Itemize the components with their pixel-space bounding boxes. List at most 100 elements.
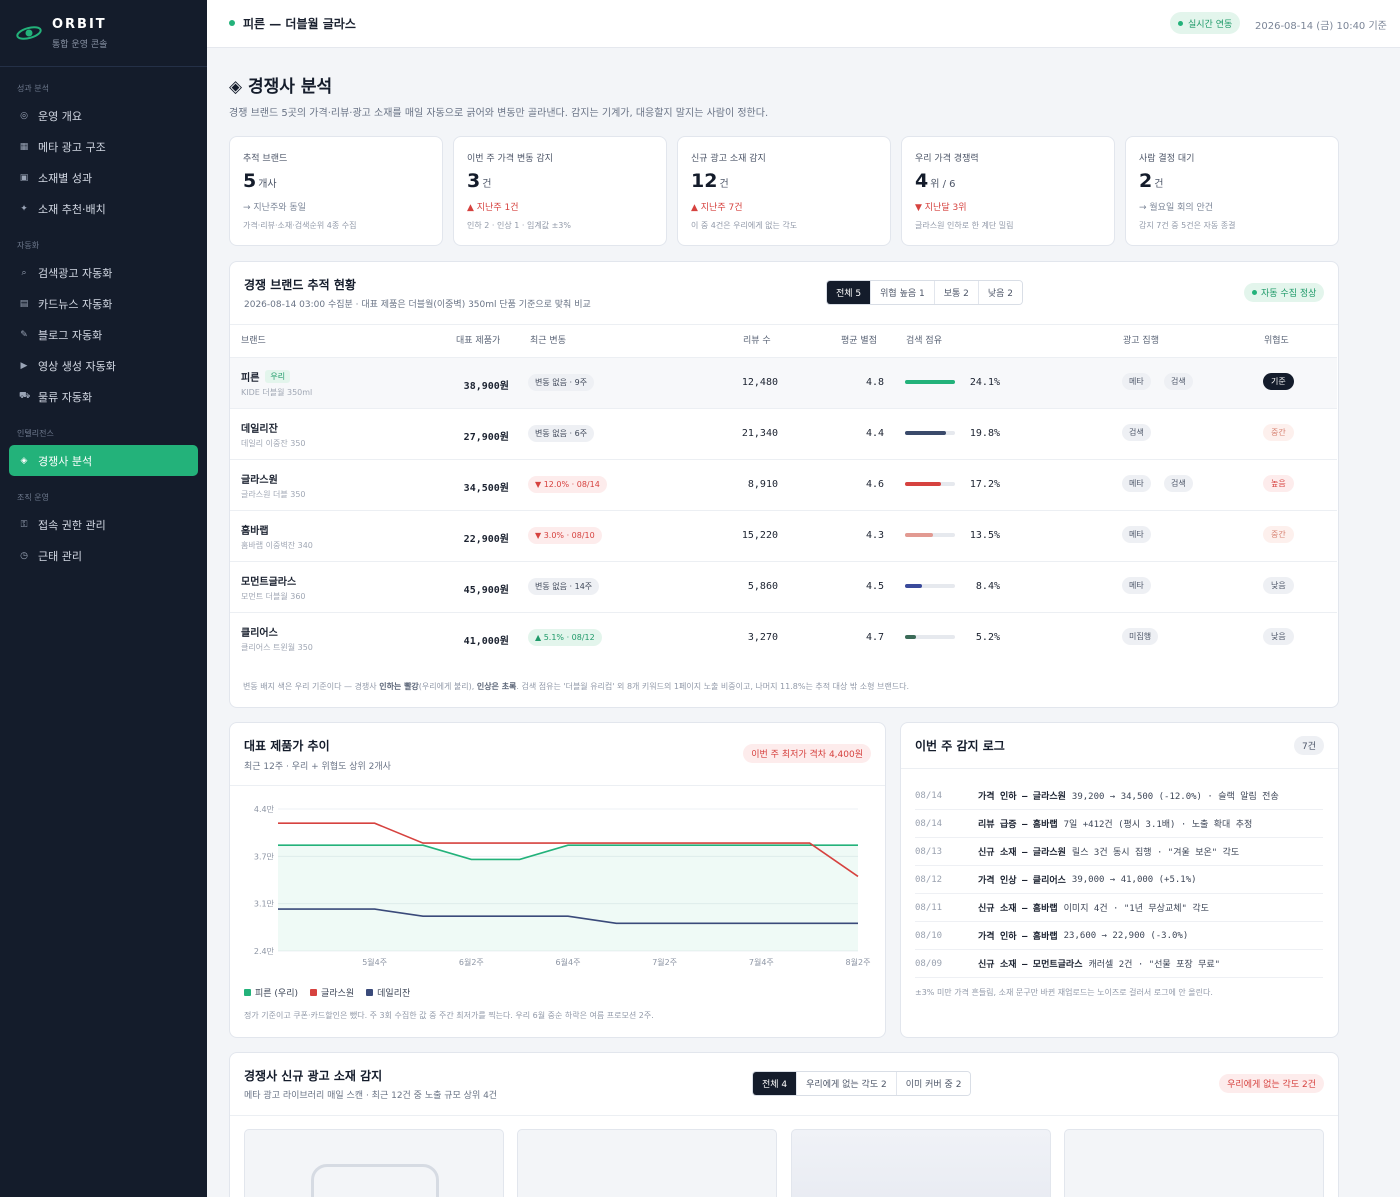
table-row[interactable]: 클리어스 클리어스 트윈월 350 41,000원 ▲ 5.1% · 08/12 3,2… [230,612,1337,663]
sidebar-item[interactable]: ⚿ 접속 권한 관리 [9,509,198,540]
log-entry[interactable]: 08/11 신규 소재 — 홈바랩 이미지 4건 · "1년 무상교체" 각도 [915,894,1323,922]
ad-channel-chip: 미집행 [1122,628,1159,645]
table-row[interactable]: 글라스원 글라스원 더블 350 34,500원 ▼ 12.0% · 08/14 8,9… [230,459,1337,510]
filter-tab[interactable]: 보통 2 [934,281,979,304]
log-kind: 가격 인하 — 글라스원 [978,792,1066,802]
table-row[interactable]: 피른 우리 KIDE 더블월 350ml 38,900원 변동 없음 · 9주 12,48… [230,357,1337,408]
sidebar-item-label: 소재별 성과 [38,171,93,185]
x-tick-label: 5월4주 [362,957,387,967]
ad-channel-chip: 메타 [1122,373,1151,390]
log-text: 릴스 3건 동시 집행 · "겨울 보온" 각도 [1071,848,1240,858]
log-entry[interactable]: 08/14 가격 인하 — 글라스원 39,200 → 34,500 (-12.0%… [915,782,1323,810]
ad-channel-chip: 검색 [1164,475,1193,492]
filter-tab[interactable]: 우리에게 없는 각도 2 [797,1072,897,1095]
kpi-note: 가격·리뷰·소재·검색순위 4종 수집 [243,221,357,230]
col-share: 검색 점유 [906,336,942,346]
creative-thumbnail[interactable] [244,1129,504,1197]
share-value: 13.5% [969,530,1000,541]
nav-section-label: 조직 운영 [17,492,49,502]
table-row[interactable]: 데일리잔 데일리 이중잔 350 27,900원 변동 없음 · 6주 21,340 4.… [230,408,1337,459]
price-value: 22,900원 [463,534,509,545]
kpi-number: 2 [1139,170,1153,192]
log-kind: 신규 소재 — 모먼트글라스 [978,960,1083,970]
log-text: 이미지 4건 · "1년 무상교체" 각도 [1063,904,1209,914]
change-badge: 변동 없음 · 14주 [528,578,600,595]
sidebar-item[interactable]: ✦ 소재 추천·배치 [9,193,198,224]
sidebar-item-label: 물류 자동화 [38,390,93,404]
share-bar-fill [905,635,916,639]
log-entry[interactable]: 08/14 리뷰 급증 — 홈바랩 7일 +412건 (평시 3.1배) · 노출 … [915,810,1323,838]
log-entry[interactable]: 08/10 가격 인하 — 홈바랩 23,600 → 22,900 (-3.0%) [915,922,1323,950]
sidebar-item[interactable]: ⛟ 물류 자동화 [9,381,198,412]
risk-badge: 낮음 [1263,577,1294,594]
note-part: 변동 배지 색은 우리 기준이다 — 경쟁사 [243,682,380,691]
note-part: . 검색 점유는 '더블월 유리컵' 외 8개 키워드의 1페이지 노출 비중이… [516,682,910,691]
price-value: 41,000원 [463,636,509,647]
sidebar-item[interactable]: ▣ 소재별 성과 [9,162,198,193]
table-row[interactable]: 홈바랩 홈바랩 이중벽잔 340 22,900원 ▼ 3.0% · 08/10 15,2… [230,510,1337,561]
x-tick-label: 6월4주 [556,957,581,967]
price-value: 38,900원 [463,381,509,392]
kpi-label: 사람 결정 대기 [1139,154,1195,164]
ad-channel-chip: 검색 [1122,424,1151,441]
ad-channel-chip: 검색 [1164,373,1193,390]
log-entry[interactable]: 08/09 신규 소재 — 모먼트글라스 캐러셀 2건 · "선물 포장 무료" [915,950,1323,978]
cards-icon: ▤ [19,298,29,309]
kpi-delta: ▲ 지난주 7건 [691,203,743,213]
kpi-value: 4위 / 6 [915,170,956,192]
product-name: KIDE 더블월 350ml [241,388,313,397]
app-name: ORBIT [52,16,107,32]
filter-tab[interactable]: 전체 4 [753,1072,798,1095]
creative-thumbnail[interactable] [1064,1129,1324,1197]
creative-thumbnail[interactable] [791,1129,1051,1197]
filter-tab[interactable]: 낮음 2 [978,281,1023,304]
share-bar-fill [905,533,933,537]
log-entry[interactable]: 08/12 가격 인상 — 클리어스 39,000 → 41,000 (+5.1%) [915,866,1323,894]
brand-name: 글라스원 [241,471,278,486]
filter-tab[interactable]: 이미 커버 중 2 [896,1072,971,1095]
note-part: (우리에게 불리), [418,682,477,691]
status-dot [229,20,235,26]
price-trend-card: 대표 제품가 추이 최근 12주 · 우리 + 위협도 상위 2개사 이번 주 … [229,722,886,1038]
filter-tab[interactable]: 전체 5 [827,281,872,304]
share-bar [905,482,955,486]
table-row[interactable]: 모먼트글라스 모먼트 더블월 360 45,900원 변동 없음 · 14주 5,860… [230,561,1337,612]
brand[interactable]: ORBIT 통합 운영 콘솔 [0,0,207,67]
kpi-delta: → 월요일 회의 안건 [1139,203,1214,213]
sidebar-item[interactable]: ▶ 영상 생성 자동화 [9,350,198,381]
creative-thumbnail[interactable] [517,1129,777,1197]
product-name: 클리어스 트윈월 350 [241,643,313,652]
brand-name: 홈바랩 [241,522,269,537]
rating-value: 4.7 [865,632,884,643]
log-date: 08/11 [915,902,943,913]
review-count: 15,220 [741,530,778,541]
sidebar-item[interactable]: ◈ 경쟁사 분석 [9,445,198,476]
tracking-subtitle: 2026-08-14 03:00 수집분 · 대표 제품은 더블월(이중벽) 3… [244,300,591,310]
kpi-label: 이번 주 가격 변동 감지 [467,154,553,164]
legend-swatch [366,989,374,996]
radar-icon: ◎ [20,110,28,121]
missing-angle-badge: 우리에게 없는 각도 2건 [1219,1074,1324,1093]
ad-channel-chip: 메타 [1122,475,1151,492]
price-trend-subtitle: 최근 12주 · 우리 + 위협도 상위 2개사 [244,762,391,772]
review-count: 3,270 [747,632,778,643]
status-dot [1252,290,1257,295]
log-text: 7일 +412건 (평시 3.1배) · 노출 확대 추정 [1063,820,1253,830]
x-tick-label: 7월4주 [749,957,774,967]
log-text: 23,600 → 22,900 (-3.0%) [1063,930,1189,941]
sidebar-item[interactable]: ◷ 근태 관리 [9,540,198,571]
kpi-delta: ▲ 지난주 1건 [467,203,519,213]
sidebar-item[interactable]: ▤ 카드뉴스 자동화 [9,288,198,319]
risk-badge: 중간 [1263,424,1294,441]
sidebar-item[interactable]: ⌕ 검색광고 자동화 [9,257,198,288]
filter-tab[interactable]: 위협 높음 1 [871,281,935,304]
sidebar-item-label: 근태 관리 [38,549,82,563]
sidebar-item[interactable]: ▦ 메타 광고 구조 [9,131,198,162]
kpi-card: 사람 결정 대기 2 건 → 월요일 회의 안건 감지 7건 중 5건은 자동 종결 [1125,136,1339,246]
sidebar-item[interactable]: ◎ 운영 개요 [9,100,198,131]
topbar-timestamp: 2026-08-14 (금) 10:40 기준 [1255,21,1387,32]
sidebar-item-label: 접속 권한 관리 [38,518,106,532]
key-icon: ⚿ [20,519,28,530]
log-entry[interactable]: 08/13 신규 소재 — 글라스원 릴스 3건 동시 집행 · "겨울 보온" 각… [915,838,1323,866]
sidebar-item[interactable]: ✎ 블로그 자동화 [9,319,198,350]
